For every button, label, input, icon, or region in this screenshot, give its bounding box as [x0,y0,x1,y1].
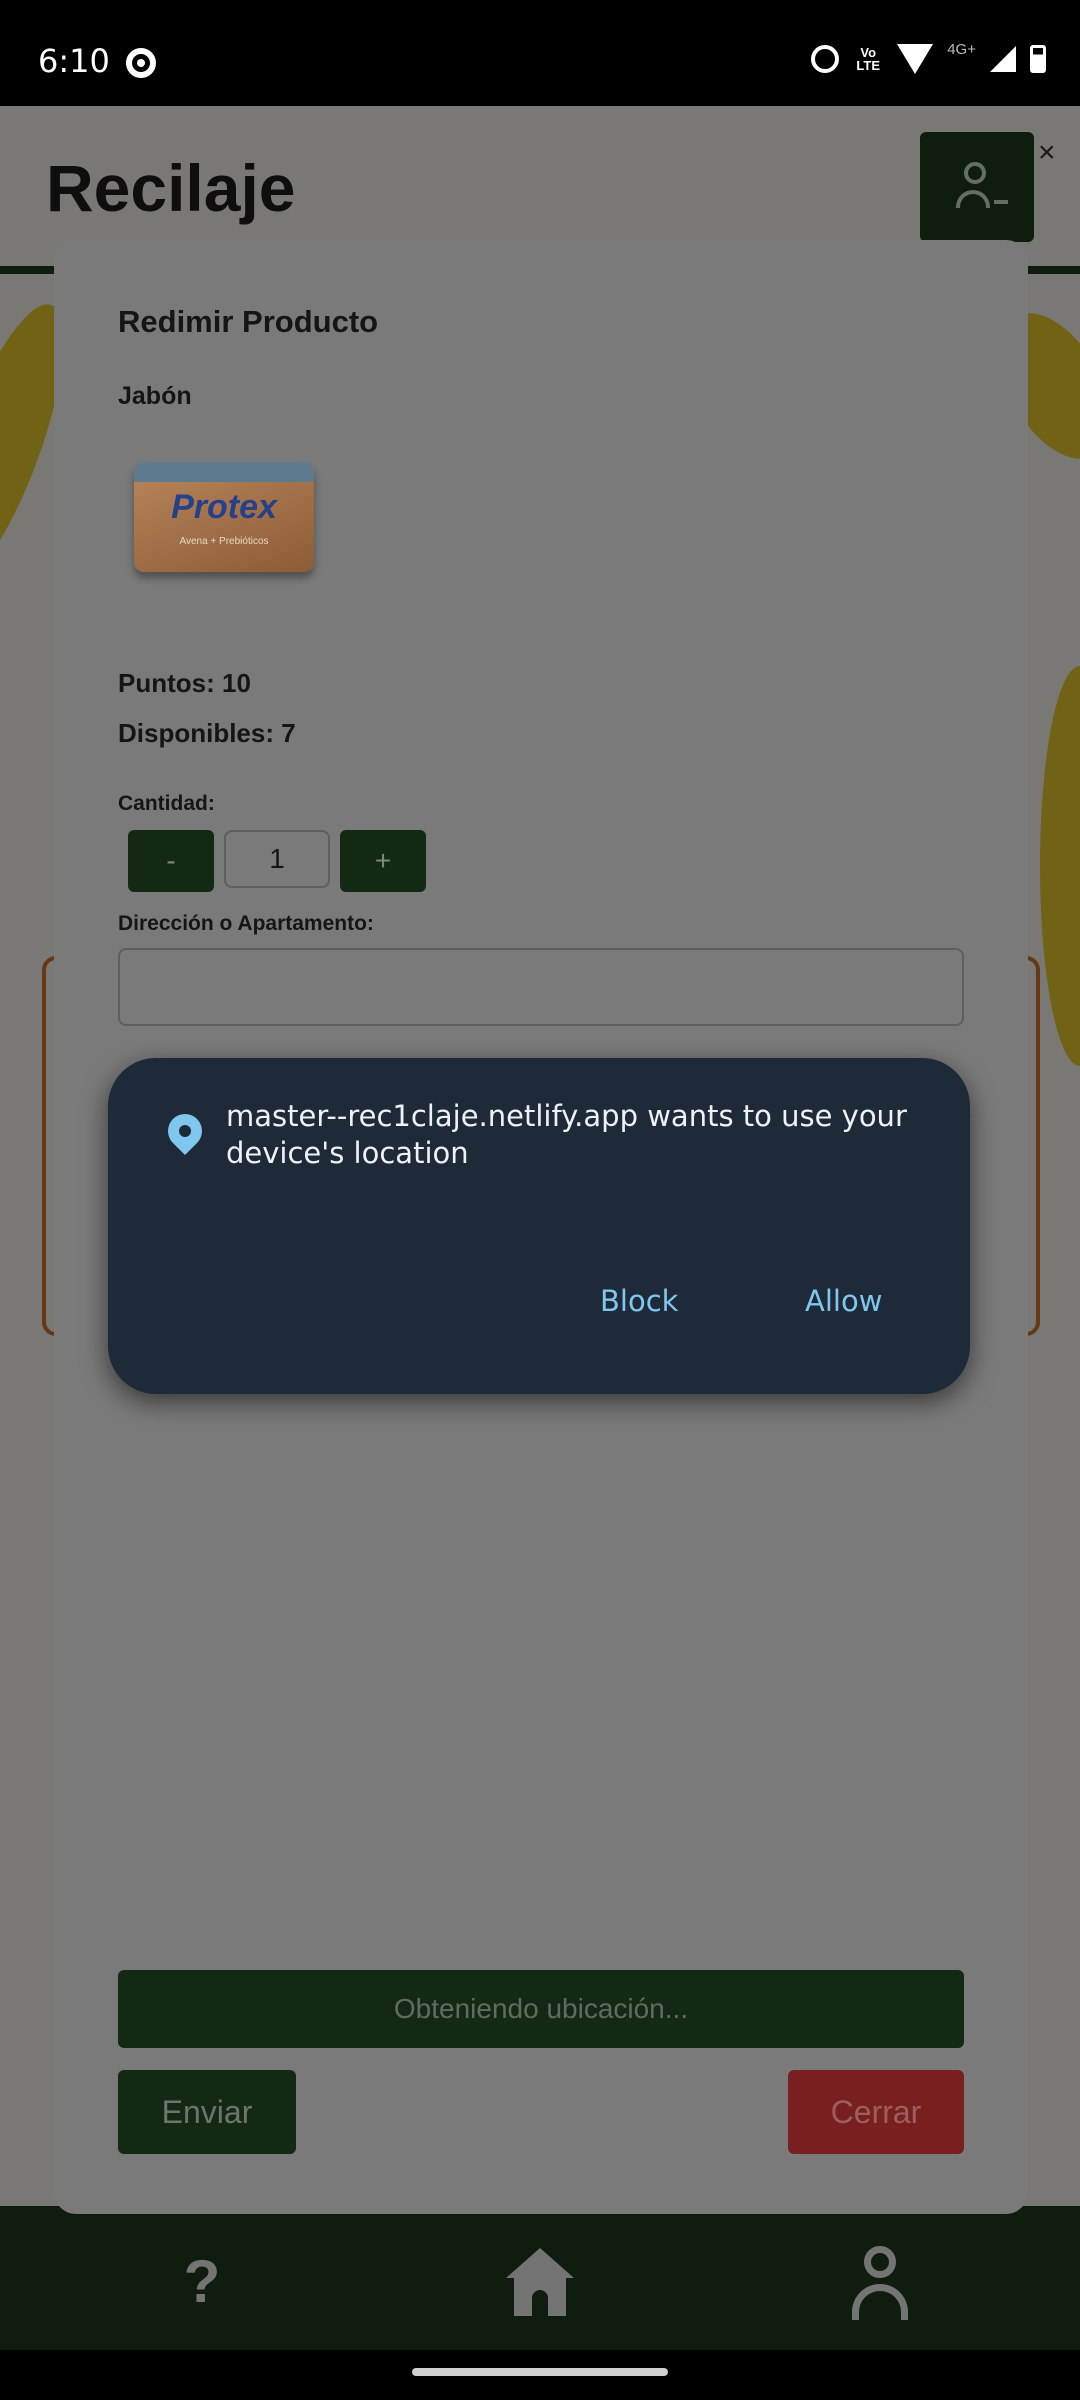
volte-icon: Vo LTE [856,45,881,73]
send-button[interactable]: Enviar [118,2070,296,2154]
status-bar: 6:10 Vo LTE 4G+ [0,0,1080,106]
product-tagline: Avena + Prebióticos [179,536,269,547]
quantity-increase-button[interactable]: + [340,830,426,892]
block-button[interactable]: Block [600,1284,678,1318]
home-indicator[interactable] [412,2368,668,2376]
product-image: Protex Avena + Prebióticos [134,462,314,572]
address-label: Dirección o Apartamento: [118,912,374,935]
close-button[interactable]: Cerrar [788,2070,964,2154]
network-type-label: 4G+ [947,40,976,58]
battery-icon [1030,45,1046,73]
permission-message: master--rec1claje.netlify.app wants to u… [226,1099,907,1170]
chrome-icon [126,48,156,78]
location-permission-dialog: master--rec1claje.netlify.app wants to u… [108,1058,970,1394]
status-icons: Vo LTE 4G+ [811,40,1046,74]
available-label: Disponibles: 7 [118,718,296,748]
cell-signal-icon [990,46,1016,72]
allow-button[interactable]: Allow [805,1284,882,1318]
quantity-input[interactable]: 1 [224,830,330,888]
status-time: 6:10 [38,42,110,80]
wifi-icon [897,44,934,74]
product-brand-logo: Protex [171,488,277,526]
product-image-band [134,462,314,482]
address-input[interactable] [118,948,964,1026]
product-name: Jabón [118,382,192,410]
get-location-button[interactable]: Obteniendo ubicación... [118,1970,964,2048]
alarm-icon [811,45,840,73]
modal-title: Redimir Producto [118,304,379,339]
quantity-decrease-button[interactable]: - [128,830,214,892]
points-label: Puntos: 10 [118,668,251,698]
location-pin-icon [160,1106,210,1156]
quantity-label: Cantidad: [118,792,215,815]
